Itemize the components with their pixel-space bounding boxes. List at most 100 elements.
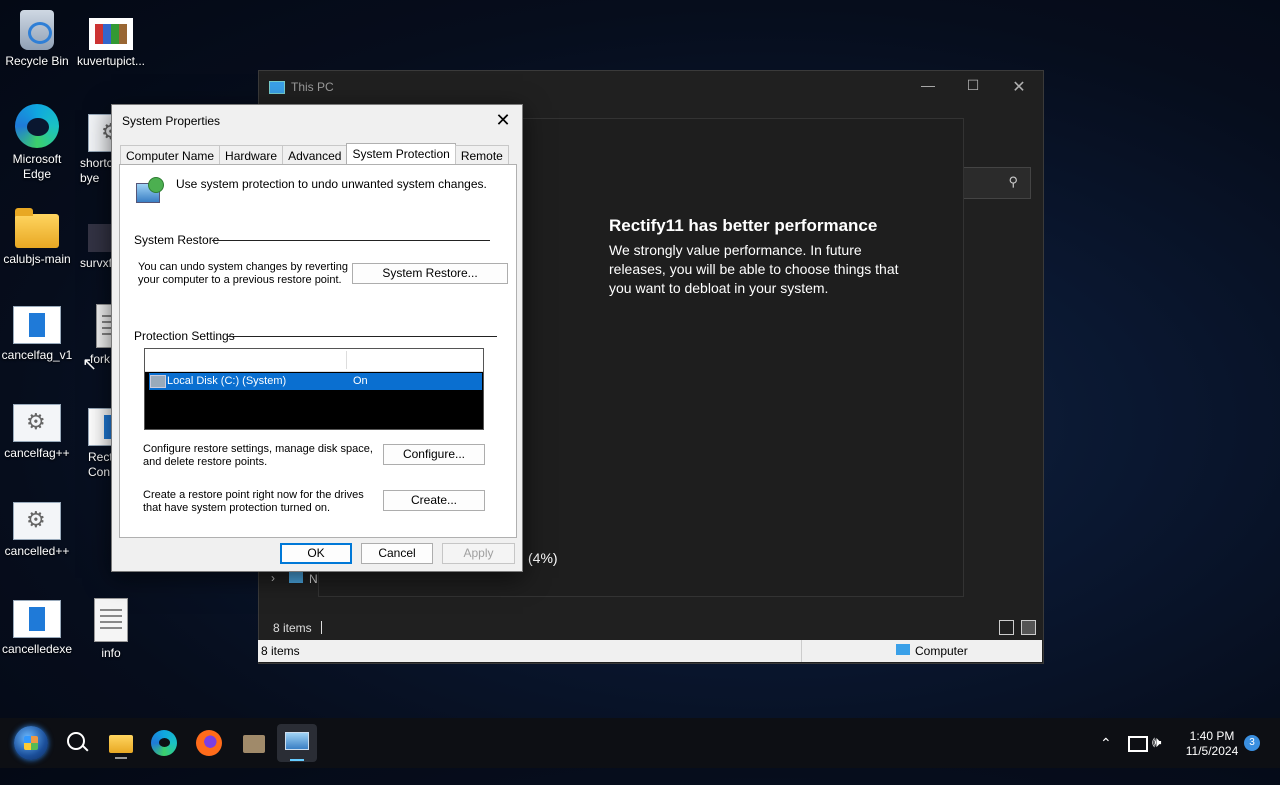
image-file-icon xyxy=(89,18,133,50)
desktop-icon-kuvertupict[interactable]: kuvertupict... xyxy=(74,10,148,69)
desktop-icon-cancelledexe[interactable]: cancelledexe xyxy=(0,594,74,657)
desktop-icon-shortcut[interactable]: shortc bye xyxy=(74,108,136,186)
taskbar: ⌃ 🕪 1:40 PM 11/5/2024 3 xyxy=(0,718,1280,768)
folder-icon xyxy=(15,208,59,248)
drive-icon xyxy=(150,375,166,388)
desktop-icon-label: calubjs-main xyxy=(3,252,71,266)
network-icon xyxy=(289,571,303,583)
computer-icon xyxy=(896,644,910,655)
desktop-icon-label: shortc bye xyxy=(80,156,113,185)
taskbar-firefox[interactable] xyxy=(196,730,222,756)
dialog-tabs: Computer Name Hardware Advanced System P… xyxy=(120,143,509,167)
desktop-icon-microsoft-edge[interactable]: Microsoft Edge xyxy=(0,104,74,182)
explorer-title: This PC xyxy=(291,80,334,94)
network-icon[interactable] xyxy=(1128,736,1148,752)
configure-button[interactable]: Configure... xyxy=(383,444,485,465)
nav-item-network[interactable]: N xyxy=(309,572,318,586)
notification-badge[interactable]: 3 xyxy=(1244,735,1260,751)
overlay-body: We strongly value performance. In future… xyxy=(609,242,899,296)
edge-icon xyxy=(159,738,170,747)
tab-remote[interactable]: Remote xyxy=(454,145,509,166)
tab-hardware[interactable]: Hardware xyxy=(219,145,284,166)
items-count-divider xyxy=(321,621,322,634)
desktop-icon-calubjs-main[interactable]: calubjs-main xyxy=(0,206,74,267)
system-restore-button[interactable]: System Restore... xyxy=(352,263,508,284)
clock-time: 1:40 PM xyxy=(1189,729,1235,743)
explorer-search-box[interactable]: ⚲ xyxy=(962,167,1031,199)
store-bag-icon xyxy=(243,735,265,753)
tree-expand-chevron-icon[interactable]: › xyxy=(271,571,275,585)
drive-row-local-disk-c[interactable]: Local Disk (C:) (System) On xyxy=(149,373,482,390)
system-restore-description: You can undo system changes by reverting… xyxy=(138,261,348,286)
window-app-icon xyxy=(88,408,120,446)
taskbar-system-properties[interactable] xyxy=(277,724,317,762)
search-icon: ⚲ xyxy=(1008,174,1018,189)
start-button[interactable] xyxy=(14,726,48,760)
tab-advanced[interactable]: Advanced xyxy=(282,145,348,166)
mouse-cursor-icon: ↖ xyxy=(82,354,98,374)
cancel-button[interactable]: Cancel xyxy=(361,543,433,564)
drives-list[interactable]: Local Disk (C:) (System) On xyxy=(144,348,484,430)
tab-computer-name[interactable]: Computer Name xyxy=(120,145,221,166)
details-view-icon[interactable] xyxy=(999,620,1014,635)
desktop-icon-label: kuvertupict... xyxy=(76,54,146,68)
desktop-icon-recycle-bin[interactable]: Recycle Bin xyxy=(0,10,74,69)
dialog-title: System Properties xyxy=(122,114,221,128)
folder-icon xyxy=(109,735,133,753)
desktop-icon-survxf[interactable]: survxf xyxy=(74,210,118,271)
overlay-heading: Rectify11 has better performance xyxy=(609,216,878,235)
desktop-icon-cancelfag-v1[interactable]: cancelfag_v1 xyxy=(0,300,74,363)
desktop-icon-label: Rect Con xyxy=(88,450,113,479)
system-restore-heading: System Restore xyxy=(134,233,220,247)
system-properties-icon xyxy=(285,732,309,750)
column-divider xyxy=(346,351,347,369)
minimize-button[interactable]: — xyxy=(913,77,943,93)
intro-text: Use system protection to undo unwanted s… xyxy=(176,177,487,191)
desktop-icon-label: survxf xyxy=(80,256,113,270)
volume-icon[interactable]: 🕪 xyxy=(1152,734,1161,784)
dialog-close-button[interactable]: ✕ xyxy=(490,109,516,131)
desktop-icon-info[interactable]: info xyxy=(74,598,148,661)
system-protection-icon xyxy=(134,177,164,207)
system-properties-dialog[interactable]: System Properties ✕ Computer Name Hardwa… xyxy=(111,104,523,572)
desktop-icon-label: cancelled++ xyxy=(4,544,70,558)
items-count: 8 items xyxy=(273,621,312,635)
create-button[interactable]: Create... xyxy=(383,490,485,511)
close-button[interactable]: ✕ xyxy=(1004,77,1034,97)
maximize-button[interactable]: ☐ xyxy=(958,77,988,94)
taskbar-edge[interactable] xyxy=(151,730,177,756)
edge-icon xyxy=(15,104,59,148)
windows-logo-icon xyxy=(24,736,38,750)
ok-button[interactable]: OK xyxy=(280,543,352,564)
explorer-status-bar: 8 items Computer xyxy=(258,640,1042,662)
status-items: 8 items xyxy=(261,644,300,658)
taskbar-file-explorer[interactable] xyxy=(107,729,135,759)
status-divider xyxy=(801,640,802,662)
desktop-icon-cancelled-plus[interactable]: cancelled++ xyxy=(0,496,74,559)
document-icon xyxy=(94,598,128,642)
drives-list-header xyxy=(145,349,483,372)
desktop-icon-label: info xyxy=(101,646,121,660)
this-pc-icon xyxy=(269,80,285,94)
tiles-view-icon[interactable] xyxy=(1021,620,1036,635)
clock-date: 11/5/2024 xyxy=(1185,744,1239,758)
desktop-icon-label: Recycle Bin xyxy=(5,54,69,68)
create-text: Create a restore point right now for the… xyxy=(143,489,364,514)
show-hidden-icons-button[interactable]: ⌃ xyxy=(1100,735,1112,785)
protection-settings-heading: Protection Settings xyxy=(134,329,235,343)
configure-text: Configure restore settings, manage disk … xyxy=(143,443,373,468)
desktop-icon-cancelfag-plus[interactable]: cancelfag++ xyxy=(0,398,74,461)
overlay-progress-text: (4%) xyxy=(528,550,558,566)
desktop-icon-label: cancelfag_v1 xyxy=(1,348,73,362)
system-restore-rule xyxy=(212,240,490,241)
apply-button[interactable]: Apply xyxy=(442,543,515,564)
desktop-icon-label: cancelledexe xyxy=(1,642,73,656)
clock[interactable]: 1:40 PM 11/5/2024 xyxy=(1184,729,1240,779)
protection-settings-rule xyxy=(227,336,497,337)
drive-name: Local Disk (C:) (System) xyxy=(167,375,287,387)
desktop-icon-label: Microsoft Edge xyxy=(12,152,62,181)
desktop-icon-rect-con[interactable]: Rect Con xyxy=(74,402,120,480)
taskbar-store[interactable] xyxy=(241,729,269,757)
search-button[interactable] xyxy=(64,729,92,757)
status-computer: Computer xyxy=(915,644,968,658)
